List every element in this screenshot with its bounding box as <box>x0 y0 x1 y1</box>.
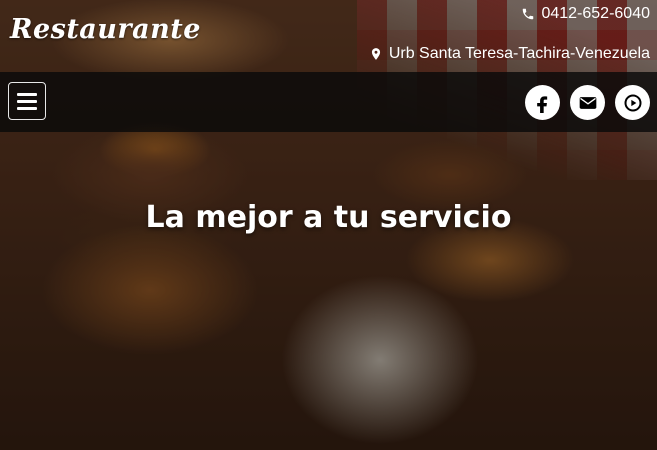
brand-logo[interactable]: Restaurante <box>10 14 201 45</box>
contact-address[interactable]: Urb Santa Teresa-Tachira-Venezuela <box>369 44 650 64</box>
contact-phone[interactable]: 0412-652-6040 <box>369 4 650 24</box>
address-text: Urb Santa Teresa-Tachira-Venezuela <box>388 45 650 62</box>
hero-headline: La mejor a tu servicio <box>145 200 512 235</box>
envelope-icon[interactable] <box>570 85 605 120</box>
phone-icon <box>523 8 534 20</box>
map-marker-icon <box>371 48 380 60</box>
social-links <box>525 85 650 120</box>
youtube-icon[interactable] <box>615 85 650 120</box>
contact-info: 0412-652-6040 Urb Santa Teresa-Tachira-V… <box>369 4 650 64</box>
navbar <box>0 72 657 132</box>
facebook-icon[interactable] <box>525 85 560 120</box>
phone-number: 0412-652-6040 <box>541 5 650 22</box>
hamburger-menu-icon[interactable] <box>8 82 46 120</box>
